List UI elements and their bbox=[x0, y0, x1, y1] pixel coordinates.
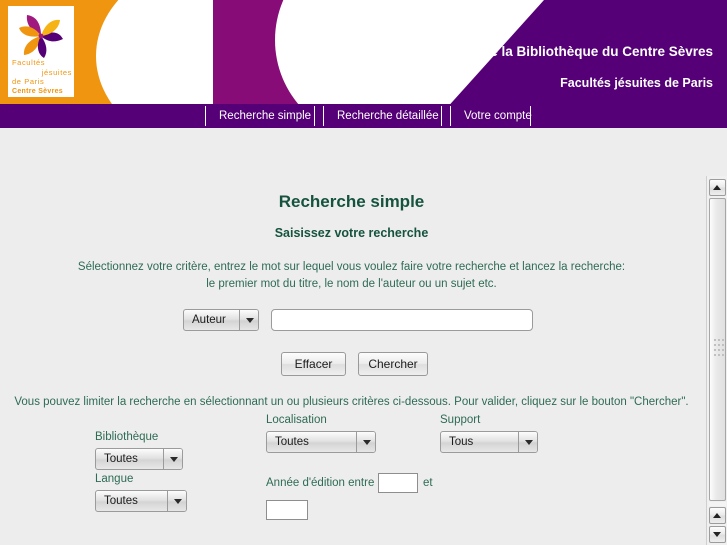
institution-logo[interactable]: Facultés jésuites de Paris Centre Sèvres bbox=[8, 6, 74, 97]
annee-edition-label: Année d'édition entre bbox=[266, 477, 375, 489]
triangle-up-icon bbox=[713, 513, 721, 518]
annee-to-input[interactable] bbox=[266, 500, 308, 520]
search-input[interactable] bbox=[271, 309, 533, 331]
header-magenta-shape bbox=[213, 0, 343, 104]
intro-text-line-1: Sélectionnez votre critère, entrez le mo… bbox=[77, 261, 626, 273]
header-title-main: ue de la Bibliothèque du Centre Sèvres bbox=[462, 44, 713, 59]
nav-divider bbox=[530, 106, 531, 126]
langue-select[interactable]: Toutes bbox=[95, 490, 187, 512]
page-subtitle: Saisissez votre recherche bbox=[274, 226, 429, 240]
support-select-value: Tous bbox=[449, 436, 474, 448]
langue-select-value: Toutes bbox=[104, 495, 138, 507]
chevron-down-icon[interactable] bbox=[518, 432, 537, 452]
annee-from-input[interactable] bbox=[378, 473, 418, 493]
criterion-select-value: Auteur bbox=[192, 314, 226, 326]
page-title: Recherche simple bbox=[278, 192, 425, 211]
search-button[interactable]: Chercher bbox=[358, 352, 428, 376]
limit-criteria-note: Vous pouvez limiter la recherche en séle… bbox=[14, 396, 689, 408]
support-select[interactable]: Tous bbox=[440, 431, 538, 453]
logo-wordmark: Facultés jésuites de Paris Centre Sèvres bbox=[12, 58, 72, 96]
bibliotheque-select-value: Toutes bbox=[104, 453, 138, 465]
scrollbar-thumb[interactable] bbox=[709, 198, 726, 501]
scrollbar-track[interactable] bbox=[709, 502, 726, 506]
annee-separator-label: et bbox=[423, 477, 433, 489]
chevron-down-icon[interactable] bbox=[163, 449, 182, 469]
support-label: Support bbox=[440, 414, 481, 426]
bibliotheque-label: Bibliothèque bbox=[95, 431, 159, 443]
logo-line-1: Facultés bbox=[12, 58, 46, 67]
nav-divider bbox=[450, 106, 451, 126]
nav-item-recherche-detaillee[interactable]: Recherche détaillée bbox=[325, 104, 451, 128]
nav-divider bbox=[205, 106, 206, 126]
site-header: ue de la Bibliothèque du Centre Sèvres F… bbox=[0, 0, 727, 104]
logo-line-4: Centre Sèvres bbox=[12, 87, 63, 95]
chevron-down-icon[interactable] bbox=[356, 432, 375, 452]
header-title-sub: Facultés jésuites de Paris bbox=[560, 76, 713, 90]
criterion-select[interactable]: Auteur bbox=[183, 309, 259, 331]
vertical-scrollbar[interactable] bbox=[706, 176, 727, 545]
nav-divider bbox=[314, 106, 315, 126]
scroll-up-button[interactable] bbox=[709, 179, 726, 196]
main-navigation: Recherche simple Recherche détaillée Vot… bbox=[0, 104, 727, 128]
scrollbar-grip-icon bbox=[714, 339, 724, 356]
logo-line-3: de Paris bbox=[12, 77, 45, 86]
logo-line-2: jésuites bbox=[41, 67, 72, 77]
localisation-select-value: Toutes bbox=[275, 436, 309, 448]
search-form-row: Auteur bbox=[183, 309, 533, 331]
bibliotheque-select[interactable]: Toutes bbox=[95, 448, 183, 470]
clear-button[interactable]: Effacer bbox=[281, 352, 346, 376]
intro-text-line-2: le premier mot du titre, le nom de l'aut… bbox=[206, 278, 497, 290]
nav-item-recherche-simple[interactable]: Recherche simple bbox=[207, 104, 323, 128]
langue-label: Langue bbox=[95, 473, 134, 485]
scroll-down-button[interactable] bbox=[709, 526, 726, 543]
header-magenta-curve bbox=[275, 0, 343, 104]
nav-divider bbox=[441, 106, 442, 126]
scroll-down-button-upper[interactable] bbox=[709, 507, 726, 524]
localisation-select[interactable]: Toutes bbox=[266, 431, 376, 453]
pinwheel-logo-icon bbox=[19, 15, 63, 58]
triangle-up-icon bbox=[713, 185, 721, 190]
nav-divider bbox=[323, 106, 324, 126]
localisation-label: Localisation bbox=[266, 414, 327, 426]
main-content: Recherche simple Saisissez votre recherc… bbox=[0, 128, 703, 545]
chevron-down-icon[interactable] bbox=[239, 310, 258, 330]
triangle-down-icon bbox=[713, 532, 721, 537]
chevron-down-icon[interactable] bbox=[167, 491, 186, 511]
